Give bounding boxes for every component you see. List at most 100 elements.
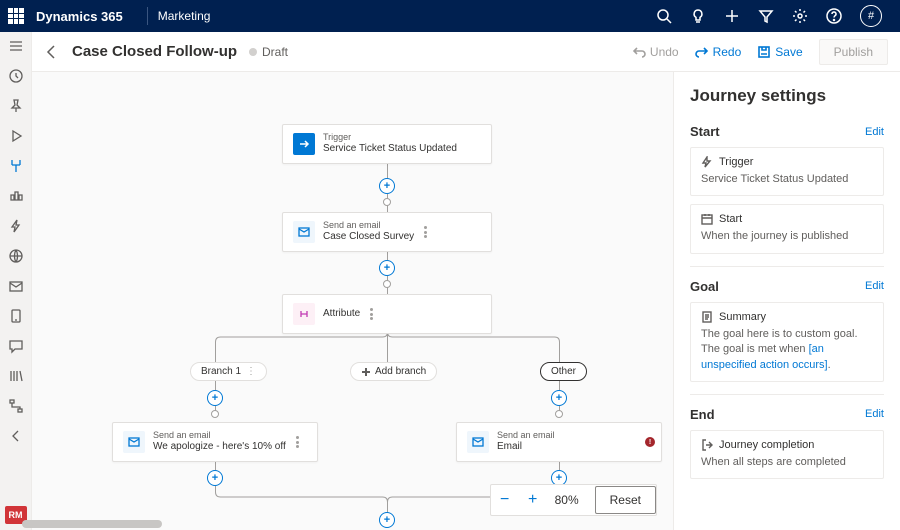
clock-icon[interactable] xyxy=(8,68,24,84)
other-label: Other xyxy=(551,366,576,377)
brand-name: Dynamics 365 xyxy=(36,9,123,24)
globe-icon[interactable] xyxy=(8,248,24,264)
filter-icon[interactable] xyxy=(758,8,774,24)
end-completion-card[interactable]: Journey completion When all steps are co… xyxy=(690,430,884,479)
zoom-reset-button[interactable]: Reset xyxy=(595,486,656,514)
bolt-icon[interactable] xyxy=(8,218,24,234)
play-icon[interactable] xyxy=(8,128,24,144)
undo-button[interactable]: Undo xyxy=(632,45,679,59)
attribute-node[interactable]: Attribute xyxy=(282,294,492,334)
chat-icon[interactable] xyxy=(8,338,24,354)
status-badge: Draft xyxy=(262,45,288,59)
more-icon[interactable] xyxy=(424,226,427,238)
connector-dot xyxy=(211,410,219,418)
email-node-apology[interactable]: Send an emailWe apologize - here's 10% o… xyxy=(112,422,318,462)
save-label: Save xyxy=(775,45,802,59)
card-label: Journey completion xyxy=(719,439,814,451)
flow-icon[interactable] xyxy=(8,398,24,414)
left-nav-rail: RM xyxy=(0,32,32,530)
error-icon[interactable]: ! xyxy=(645,437,655,447)
edit-goal-link[interactable]: Edit xyxy=(865,280,884,292)
search-icon[interactable] xyxy=(656,8,672,24)
redo-label: Redo xyxy=(713,45,742,59)
app-name[interactable]: Marketing xyxy=(158,9,211,23)
calendar-icon xyxy=(701,213,713,225)
mail-icon[interactable] xyxy=(8,278,24,294)
add-branch-button[interactable]: Add branch xyxy=(350,362,437,381)
section-end-heading: End xyxy=(690,407,715,422)
add-step-button[interactable]: + xyxy=(207,470,223,486)
start-trigger-card[interactable]: Trigger Service Ticket Status Updated xyxy=(690,147,884,196)
library-icon[interactable] xyxy=(8,368,24,384)
lightbulb-icon[interactable] xyxy=(690,8,706,24)
node-title: Attribute xyxy=(323,308,360,320)
device-icon[interactable] xyxy=(8,308,24,324)
redo-button[interactable]: Redo xyxy=(695,45,742,59)
topbar-actions: # xyxy=(656,5,882,27)
global-topbar: Dynamics 365 Marketing # xyxy=(0,0,900,32)
card-label: Start xyxy=(719,213,742,225)
horizontal-scrollbar[interactable] xyxy=(0,520,900,528)
back-icon[interactable] xyxy=(44,44,60,60)
journey-canvas[interactable]: TriggerService Ticket Status Updated + S… xyxy=(32,72,674,530)
undo-label: Undo xyxy=(650,45,679,59)
goal-summary-card[interactable]: Summary The goal here is to custom goal.… xyxy=(690,302,884,382)
segments-icon[interactable] xyxy=(8,188,24,204)
card-label: Trigger xyxy=(719,156,753,168)
add-icon[interactable] xyxy=(724,8,740,24)
node-title: We apologize - here's 10% off xyxy=(153,441,286,453)
branch-pill[interactable]: Branch 1⋮ xyxy=(190,362,267,381)
status-dot xyxy=(249,48,257,56)
section-goal-heading: Goal xyxy=(690,279,719,294)
help-icon[interactable] xyxy=(826,8,842,24)
menu-icon[interactable] xyxy=(8,38,24,54)
node-label: Send an email xyxy=(497,431,555,441)
add-step-button[interactable]: + xyxy=(551,390,567,406)
more-icon[interactable] xyxy=(296,436,299,448)
connector-dot xyxy=(383,280,391,288)
chevron-left-icon[interactable] xyxy=(8,428,24,444)
node-label: Trigger xyxy=(323,133,457,143)
add-branch-label: Add branch xyxy=(375,366,426,377)
connector-dot xyxy=(555,410,563,418)
command-bar: Case Closed Follow-up Draft Undo Redo Sa… xyxy=(32,32,900,72)
goal-text: The goal here is to custom goal. The goa… xyxy=(701,327,873,373)
avatar[interactable]: # xyxy=(860,5,882,27)
email-node-survey[interactable]: Send an emailCase Closed Survey xyxy=(282,212,492,252)
journey-icon[interactable] xyxy=(8,158,24,174)
panel-title: Journey settings xyxy=(690,86,884,106)
email-node-other[interactable]: Send an emailEmail ! xyxy=(456,422,662,462)
more-icon[interactable] xyxy=(370,308,373,320)
settings-panel: Journey settings Start Edit Trigger Servi… xyxy=(674,72,900,530)
node-title: Case Closed Survey xyxy=(323,231,414,243)
start-when-card[interactable]: Start When the journey is published xyxy=(690,204,884,253)
trigger-node[interactable]: TriggerService Ticket Status Updated xyxy=(282,124,492,164)
section-start-heading: Start xyxy=(690,124,720,139)
node-label: Send an email xyxy=(153,431,286,441)
app-launcher-icon[interactable] xyxy=(8,8,24,24)
card-value: When all steps are completed xyxy=(701,455,873,470)
card-value: When the journey is published xyxy=(701,229,873,244)
zoom-controls: − + 80% Reset xyxy=(490,484,657,516)
zoom-out-button[interactable]: − xyxy=(491,491,519,509)
card-value: Service Ticket Status Updated xyxy=(701,172,873,187)
other-pill[interactable]: Other xyxy=(540,362,587,381)
edit-start-link[interactable]: Edit xyxy=(865,126,884,138)
topbar-divider xyxy=(147,7,148,25)
exit-icon xyxy=(701,439,713,451)
add-step-button[interactable]: + xyxy=(207,390,223,406)
edit-end-link[interactable]: Edit xyxy=(865,408,884,420)
summary-icon xyxy=(701,311,713,323)
publish-button[interactable]: Publish xyxy=(819,39,888,65)
node-title: Email xyxy=(497,441,555,453)
zoom-in-button[interactable]: + xyxy=(519,491,547,509)
node-title: Service Ticket Status Updated xyxy=(323,143,457,155)
add-step-button[interactable]: + xyxy=(379,178,395,194)
connector-dot xyxy=(383,198,391,206)
zoom-value: 80% xyxy=(547,493,587,507)
pin-icon[interactable] xyxy=(8,98,24,114)
add-step-button[interactable]: + xyxy=(379,260,395,276)
page-title: Case Closed Follow-up xyxy=(72,43,237,60)
save-button[interactable]: Save xyxy=(757,45,802,59)
gear-icon[interactable] xyxy=(792,8,808,24)
